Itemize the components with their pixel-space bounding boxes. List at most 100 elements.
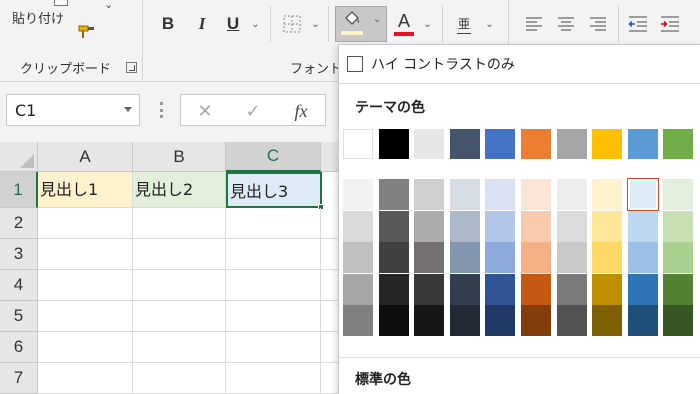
shade-color-swatch[interactable] [343, 210, 373, 242]
row-header-3[interactable]: 3 [0, 239, 38, 270]
align-center-button[interactable] [552, 8, 580, 40]
paste-button[interactable]: 貼り付け [0, 0, 80, 44]
fill-color-dropdown-icon[interactable]: ⌄ [373, 14, 381, 25]
shade-color-swatch[interactable] [378, 210, 409, 242]
shade-color-swatch[interactable] [485, 273, 516, 305]
theme-color-swatch[interactable] [414, 129, 445, 159]
name-box-dropdown-icon[interactable] [124, 107, 132, 112]
row-header-7[interactable]: 7 [0, 363, 38, 394]
shade-color-swatch[interactable] [485, 210, 516, 242]
phonetic-guide-button[interactable]: 亜 [450, 8, 478, 40]
theme-color-swatch[interactable] [627, 129, 658, 159]
enter-entry-button[interactable]: ✓ [235, 99, 271, 123]
column-header-b[interactable]: B [133, 142, 226, 172]
shade-color-swatch[interactable] [414, 273, 445, 305]
formula-bar-grip-icon[interactable] [160, 102, 163, 118]
empty-cells-area[interactable] [38, 208, 340, 394]
row-header-6[interactable]: 6 [0, 332, 38, 363]
shade-color-swatch[interactable] [485, 242, 516, 273]
shade-color-swatch[interactable] [592, 242, 623, 273]
phonetic-dropdown-icon[interactable]: ⌄ [480, 8, 494, 40]
theme-color-swatch[interactable] [521, 129, 551, 159]
cell-b1[interactable]: 見出し2 [133, 172, 226, 208]
shade-color-swatch[interactable] [449, 179, 480, 210]
shade-color-swatch[interactable] [521, 273, 551, 305]
row-header-1[interactable]: 1 [0, 172, 38, 208]
theme-color-swatch[interactable] [592, 129, 623, 159]
theme-color-swatch[interactable] [485, 129, 516, 159]
shade-color-swatch[interactable] [378, 242, 409, 273]
paste-dropdown-icon[interactable]: ⌄ [104, 0, 113, 11]
row-header-5[interactable]: 5 [0, 301, 38, 332]
underline-dropdown-icon[interactable]: ⌄ [246, 8, 260, 40]
shade-color-swatch[interactable] [556, 273, 587, 305]
font-color-button[interactable]: A [392, 8, 416, 40]
shade-color-swatch[interactable] [449, 242, 480, 273]
shade-color-swatch[interactable] [521, 179, 551, 210]
cell-a1[interactable]: 見出し1 [38, 172, 133, 208]
borders-button[interactable] [280, 8, 304, 40]
shade-color-swatch[interactable] [485, 179, 516, 210]
theme-color-swatch[interactable] [343, 129, 373, 159]
shade-color-swatch[interactable] [663, 242, 694, 273]
shade-color-swatch[interactable] [343, 305, 373, 336]
shade-color-swatch[interactable] [592, 210, 623, 242]
shade-color-swatch[interactable] [414, 179, 445, 210]
name-box[interactable]: C1 [6, 94, 140, 126]
high-contrast-label[interactable]: ハイ コントラストのみ [371, 54, 515, 74]
select-all-corner[interactable] [0, 142, 38, 172]
shade-color-swatch[interactable] [414, 210, 445, 242]
shade-color-swatch[interactable] [449, 273, 480, 305]
shade-color-swatch[interactable] [343, 242, 373, 273]
font-color-dropdown-icon[interactable]: ⌄ [418, 8, 432, 40]
increase-indent-button[interactable] [656, 8, 684, 40]
row-header-2[interactable]: 2 [0, 208, 38, 239]
bold-button[interactable]: B [156, 8, 180, 40]
shade-color-swatch[interactable] [556, 242, 587, 273]
shade-color-swatch[interactable] [627, 210, 658, 242]
theme-color-swatch[interactable] [556, 129, 587, 159]
shade-color-swatch[interactable] [663, 210, 694, 242]
shade-color-swatch[interactable] [521, 305, 551, 336]
worksheet-grid[interactable]: A B C 1 2 3 4 5 6 7 見出し1 見出し2 見出し3 [0, 142, 340, 394]
shade-color-swatch[interactable] [556, 210, 587, 242]
shade-color-swatch[interactable] [521, 242, 551, 273]
decrease-indent-button[interactable] [624, 8, 652, 40]
shade-color-swatch[interactable] [592, 273, 623, 305]
shade-color-swatch[interactable] [521, 210, 551, 242]
shade-color-swatch[interactable] [378, 179, 409, 210]
shade-color-swatch[interactable] [414, 305, 445, 336]
shade-color-swatch[interactable] [556, 179, 587, 210]
shade-color-swatch[interactable] [592, 179, 623, 210]
cell-c1[interactable]: 見出し3 [226, 172, 322, 208]
shade-color-swatch[interactable] [663, 305, 694, 336]
theme-color-swatch[interactable] [449, 129, 480, 159]
shade-color-swatch[interactable] [663, 179, 694, 210]
cancel-entry-button[interactable]: ✕ [187, 99, 223, 123]
clipboard-dialog-launcher-icon[interactable] [126, 62, 137, 73]
shade-color-swatch[interactable] [627, 273, 658, 305]
shade-color-swatch[interactable] [556, 305, 587, 336]
align-left-button[interactable] [520, 8, 548, 40]
theme-color-swatch[interactable] [663, 129, 694, 159]
theme-color-swatch[interactable] [378, 129, 409, 159]
shade-color-swatch[interactable] [449, 210, 480, 242]
row-header-4[interactable]: 4 [0, 270, 38, 301]
shade-color-swatch[interactable] [663, 273, 694, 305]
column-header-c[interactable]: C [226, 142, 321, 172]
underline-button[interactable]: U [222, 8, 244, 40]
shade-color-swatch[interactable] [626, 178, 659, 211]
shade-color-swatch[interactable] [627, 305, 658, 336]
shade-color-swatch[interactable] [485, 305, 516, 336]
shade-color-swatch[interactable] [343, 179, 373, 210]
shade-color-swatch[interactable] [449, 305, 480, 336]
high-contrast-checkbox[interactable] [347, 56, 363, 72]
shade-color-swatch[interactable] [343, 273, 373, 305]
shade-color-swatch[interactable] [627, 242, 658, 273]
format-painter-icon[interactable] [78, 24, 96, 40]
insert-function-button[interactable]: fx [283, 99, 319, 123]
shade-color-swatch[interactable] [592, 305, 623, 336]
italic-button[interactable]: I [190, 8, 214, 40]
shade-color-swatch[interactable] [378, 305, 409, 336]
shade-color-swatch[interactable] [414, 242, 445, 273]
